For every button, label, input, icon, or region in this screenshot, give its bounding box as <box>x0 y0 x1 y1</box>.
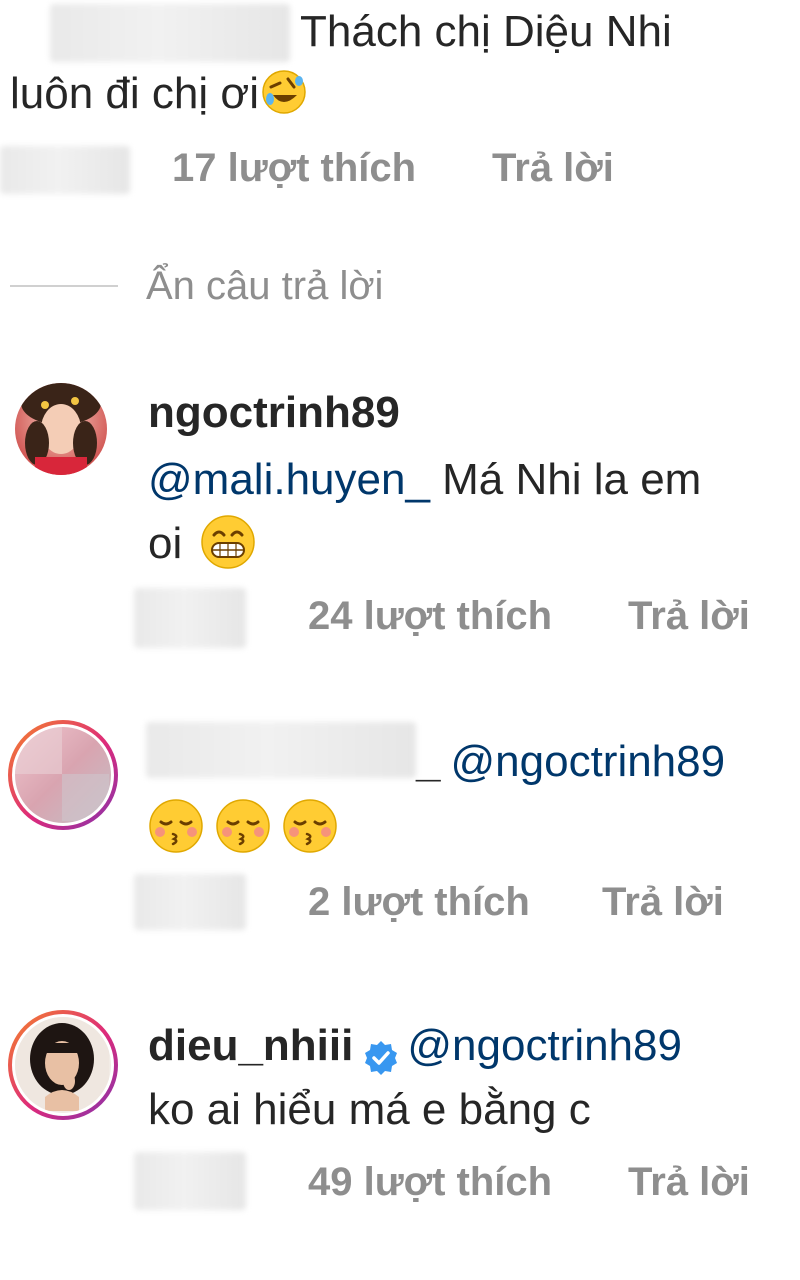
comment-text: ko ai hiểu má e bằng c <box>148 1085 591 1134</box>
blurred-timestamp <box>134 874 246 930</box>
comment-text-line1: Thách chị Diệu Nhi <box>300 0 672 64</box>
rolling-laughing-emoji-icon <box>261 69 307 115</box>
emoji-row <box>148 798 338 858</box>
blurred-timestamp <box>0 146 130 194</box>
mention-link[interactable]: @mali.huyen_ <box>148 455 430 504</box>
blurred-username <box>50 4 290 62</box>
comment-text-line1: @mali.huyen_ Má Nhi la em <box>148 448 701 512</box>
likes-count[interactable]: 2 lượt thích <box>308 880 530 925</box>
blurred-username <box>146 722 416 778</box>
comment-text: Thách chị Diệu Nhi <box>300 7 672 56</box>
kissing-emoji-icon <box>215 798 271 854</box>
avatar[interactable] <box>8 720 118 830</box>
kissing-emoji-icon <box>282 798 338 854</box>
avatar-blurred-icon <box>15 727 109 821</box>
avatar-photo-icon <box>15 383 107 475</box>
blurred-timestamp <box>134 1152 246 1210</box>
avatar[interactable] <box>8 1010 118 1120</box>
reply-button[interactable]: Trả lời <box>602 880 724 925</box>
comment-header-line: dieu_nhiii @ngoctrinh89 <box>148 1014 682 1078</box>
divider-line <box>10 285 118 287</box>
comment-text-line2: ko ai hiểu má e bằng c <box>148 1078 591 1142</box>
comment-text-line2: oi <box>148 512 256 576</box>
comment-text-line1: _ @ngoctrinh89 <box>416 730 725 794</box>
reply-button[interactable]: Trả lời <box>628 1160 750 1205</box>
comment-username[interactable]: ngoctrinh89 <box>148 388 400 438</box>
likes-count[interactable]: 24 lượt thích <box>308 594 552 639</box>
avatar-photo <box>12 1014 114 1116</box>
grinning-emoji-icon <box>200 514 256 570</box>
avatar-portrait-icon <box>15 1017 109 1111</box>
likes-count[interactable]: 17 lượt thích <box>172 146 416 191</box>
blurred-timestamp <box>134 588 246 648</box>
comment-text: luôn đi chị ơi <box>10 69 259 118</box>
comment-username[interactable]: _ <box>416 737 440 786</box>
reply-button[interactable]: Trả lời <box>492 146 614 191</box>
comment-text: oi <box>148 519 183 568</box>
comment-username[interactable]: dieu_nhiii <box>148 1021 353 1070</box>
comment-text: Má Nhi la em <box>429 455 702 504</box>
kissing-emoji-icon <box>148 798 204 854</box>
avatar-photo <box>12 724 114 826</box>
comment-text-line2: luôn đi chị ơi <box>10 62 307 126</box>
verified-badge-icon <box>363 1030 399 1076</box>
hide-replies-button[interactable]: Ẩn câu trả lời <box>146 264 383 309</box>
mention-link[interactable]: @ngoctrinh89 <box>407 1021 682 1070</box>
reply-button[interactable]: Trả lời <box>628 594 750 639</box>
likes-count[interactable]: 49 lượt thích <box>308 1160 552 1205</box>
avatar[interactable] <box>15 383 107 475</box>
mention-link[interactable]: @ngoctrinh89 <box>450 737 725 786</box>
